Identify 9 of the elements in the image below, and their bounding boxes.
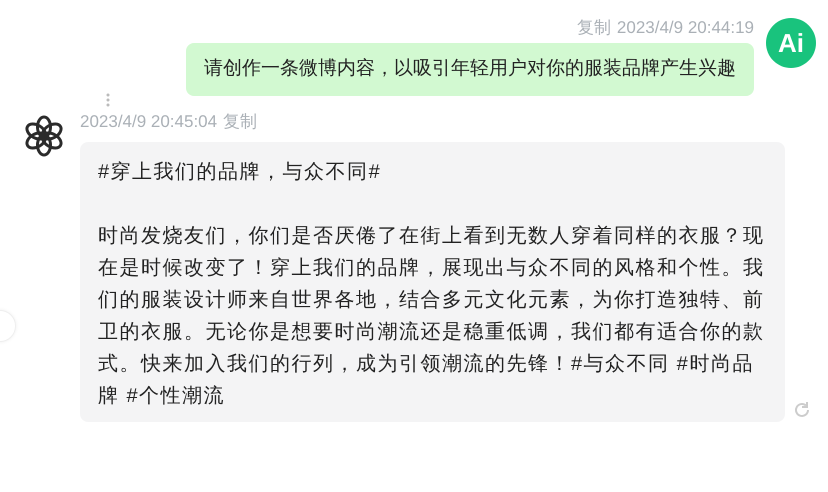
refresh-icon[interactable] — [792, 400, 812, 420]
avatar: Ai — [766, 18, 816, 68]
timestamp: 2023/4/9 20:44:19 — [616, 17, 754, 39]
timestamp: 2023/4/9 20:45:04 — [80, 110, 218, 132]
message-bubble: 请创作一条微博内容，以吸引年轻用户对你的服装品牌产生兴趣 — [186, 43, 754, 96]
copy-button[interactable]: 复制 — [223, 110, 258, 134]
message-bubble: #穿上我们的品牌，与众不同# 时尚发烧友们，你们是否厌倦了在街上看到无数人穿着同样的衣服？现在是时候改变了！穿上我们的品牌，展现出与众不同的风格和个性。我们的服装设计师来自世界各地，结合多元文化元素，为你打造独特、前卫的衣服。无论你是想要时尚潮流还是稳重低调，我们都有适合你的款式。快来加入我们的行列，成为引领潮流的先锋！#与众不同 #时尚品牌 #个性潮流 — [80, 142, 785, 422]
copy-button[interactable]: 复制 — [576, 16, 611, 40]
more-icon[interactable] — [106, 92, 110, 108]
